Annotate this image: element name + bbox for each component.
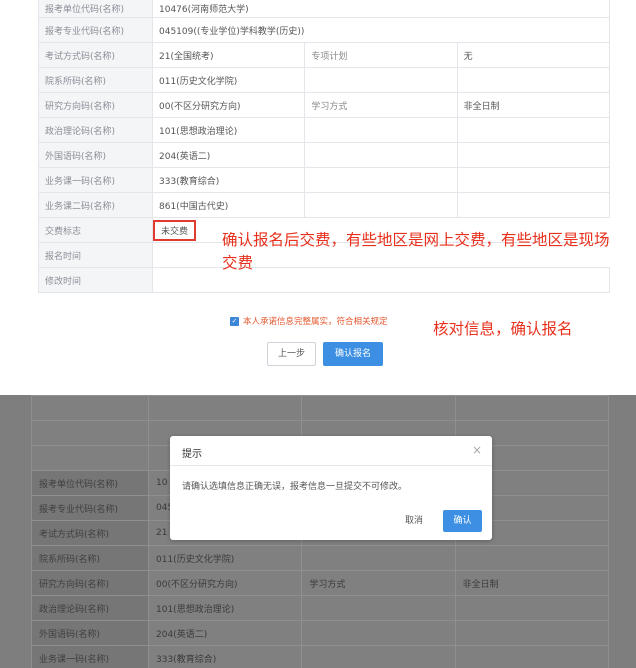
field-value: 011(历史文化学院) <box>151 67 306 93</box>
field-value: 011(历史文化学院) <box>147 545 303 571</box>
field-label: 外国语码(名称) <box>31 620 149 646</box>
registration-confirm-page: 报考单位代码(名称) 10476(河南师范大学) 报考专业代码(名称) 0451… <box>0 0 636 383</box>
field-label: 报名时间 <box>38 242 153 268</box>
field-label: 交费标志 <box>38 217 153 243</box>
table-row: 研究方向码(名称) 00(不区分研究方向) 学习方式 非全日制 <box>31 570 610 596</box>
field-label: 院系所码(名称) <box>38 67 153 93</box>
dialog-divider <box>170 465 492 466</box>
field-value: 101(思想政治理论) <box>151 117 306 143</box>
field-label: 报考单位代码(名称) <box>31 470 149 496</box>
previous-step-button[interactable]: 上一步 <box>267 342 316 366</box>
field-value: 861(中国古代史) <box>151 192 306 218</box>
close-icon[interactable]: × <box>472 443 482 457</box>
table-row: 业务课二码(名称) 861(中国古代史) <box>38 192 611 218</box>
field-label: 报考专业代码(名称) <box>38 17 153 43</box>
field-value: 101(思想政治理论) <box>147 595 303 621</box>
field-label: 学习方式 <box>301 570 456 596</box>
table-row: 外国语码(名称) 204(英语二) <box>38 142 611 168</box>
table-row: 院系所码(名称) 011(历史文化学院) <box>31 545 610 571</box>
field-label: 报考专业代码(名称) <box>31 495 149 521</box>
field-label: 研究方向码(名称) <box>31 570 149 596</box>
field-label: 考试方式码(名称) <box>38 42 153 68</box>
field-label: 业务课二码(名称) <box>38 192 153 218</box>
field-value: 045109((专业学位)学科教学(历史)) <box>152 17 610 43</box>
confirm-annotation: 核对信息，确认报名 <box>433 320 573 338</box>
table-row: 政治理论码(名称) 101(思想政治理论) <box>38 117 611 143</box>
field-value: 00(不区分研究方向) <box>147 570 303 596</box>
table-row: 政治理论码(名称) 101(思想政治理论) <box>31 595 610 621</box>
field-label: 政治理论码(名称) <box>38 117 153 143</box>
field-value: 204(英语二) <box>147 620 303 646</box>
field-label: 修改时间 <box>38 267 153 293</box>
commitment-checkbox-row[interactable]: ✓ 本人承诺信息完整属实，符合相关规定 <box>230 315 388 327</box>
checkbox-checked-icon[interactable]: ✓ <box>230 316 239 326</box>
field-label: 政治理论码(名称) <box>31 595 149 621</box>
field-value: 非全日制 <box>456 92 611 118</box>
payment-annotation: 确认报名后交费，有些地区是网上交费，有些地区是现场交费 <box>222 231 610 272</box>
table-row: 报考单位代码(名称) 10476(河南师范大学) <box>38 0 610 18</box>
confirm-dialog: 提示 × 请确认选填信息正确无误，报考信息一旦提交不可修改。 取消 确认 <box>170 436 492 540</box>
table-row: 研究方向码(名称) 00(不区分研究方向) 学习方式 非全日制 <box>38 92 611 118</box>
field-value: 非全日制 <box>454 570 610 596</box>
field-value: 无 <box>456 42 611 68</box>
field-label: 报考单位代码(名称) <box>38 0 153 18</box>
field-value: 10476(河南师范大学) <box>152 0 610 18</box>
confirm-registration-button[interactable]: 确认报名 <box>323 342 383 366</box>
dialog-title: 提示 <box>182 449 202 460</box>
payment-status-highlight: 未交费 <box>153 219 197 241</box>
field-label: 研究方向码(名称) <box>38 92 153 118</box>
field-label: 业务课一码(名称) <box>38 167 153 193</box>
field-label: 学习方式 <box>304 92 458 118</box>
field-label: 考试方式码(名称) <box>31 520 149 546</box>
cancel-button[interactable]: 取消 <box>396 510 432 532</box>
table-row: 外国语码(名称) 204(英语二) <box>31 620 610 646</box>
field-value: 21(全国统考) <box>151 42 306 68</box>
confirm-dialog-screen: 报考单位代码(名称) 10 报考专业代码(名称) 045 考试方式码(名称) 2… <box>0 395 636 668</box>
field-label: 外国语码(名称) <box>38 142 153 168</box>
field-value: 204(英语二) <box>151 142 306 168</box>
field-value: 333(教育综合) <box>147 645 303 668</box>
field-label: 院系所码(名称) <box>31 545 149 571</box>
field-value: 333(教育综合) <box>151 167 306 193</box>
table-row: 考试方式码(名称) 21(全国统考) 专项计划 无 <box>38 42 611 68</box>
table-row: 业务课一码(名称) 333(教育综合) <box>38 167 611 193</box>
table-row: 院系所码(名称) 011(历史文化学院) <box>38 67 611 93</box>
field-label: 业务课一码(名称) <box>31 645 149 668</box>
field-label: 专项计划 <box>304 42 458 68</box>
commitment-label: 本人承诺信息完整属实，符合相关规定 <box>243 317 388 327</box>
ok-button[interactable]: 确认 <box>443 510 482 532</box>
dialog-message: 请确认选填信息正确无误，报考信息一旦提交不可修改。 <box>182 482 408 492</box>
table-row: 业务课一码(名称) 333(教育综合) <box>31 645 610 668</box>
field-value: 00(不区分研究方向) <box>151 92 306 118</box>
table-row: 报考专业代码(名称) 045109((专业学位)学科教学(历史)) <box>38 17 610 43</box>
